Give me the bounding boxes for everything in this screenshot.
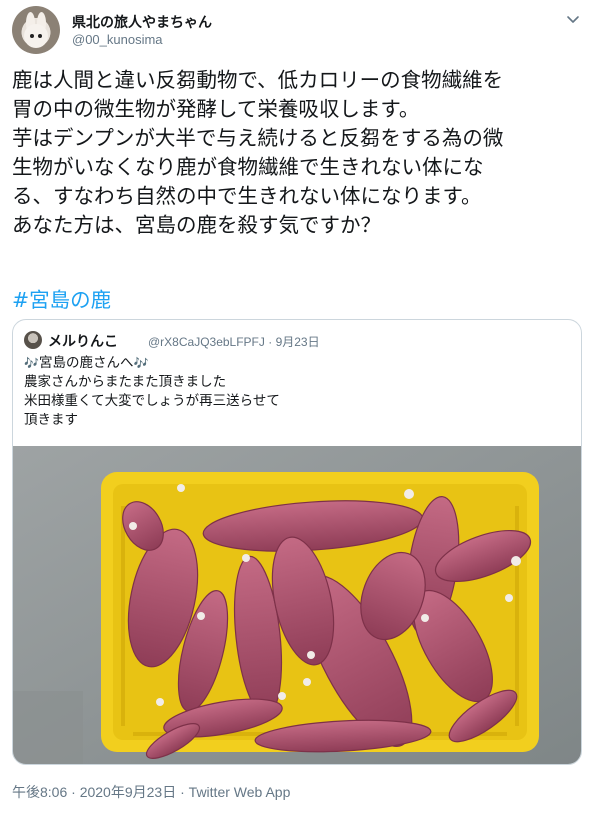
tweet-footer: 午後8:06 · 2020年9月23日 · Twitter Web App xyxy=(12,782,290,802)
music-notes-icon: 🎶 xyxy=(133,356,149,370)
chevron-down-icon[interactable] xyxy=(564,10,582,28)
quoted-author-name: メルりんこ xyxy=(48,334,118,350)
author-avatar[interactable] xyxy=(12,6,60,54)
footer-separator: · xyxy=(180,784,185,800)
quoted-tweet-meta: @rX8CaJQ3ebLFPFJ · 9月23日 xyxy=(148,333,320,350)
quoted-tweet-line: 🎶宮島の鹿さんへ🎶 xyxy=(24,354,280,373)
rabbit-eye-right xyxy=(38,34,42,38)
hashtag-link[interactable]: #宮島の鹿 xyxy=(12,283,111,313)
music-notes-icon: 🎶 xyxy=(24,356,39,370)
tweet-line: 生物がいなくなり鹿が食物繊維で生きれない体にな xyxy=(12,155,484,179)
footer-separator: · xyxy=(71,784,76,800)
quoted-author-avatar xyxy=(24,331,42,349)
tweet-body: 鹿は人間と違い反芻動物で、低カロリーの食物繊維を 胃の中の微生物が発酵して栄養吸… xyxy=(12,66,584,240)
tweet-date[interactable]: 2020年9月23日 xyxy=(80,784,177,800)
quoted-tweet-line: 頂きます xyxy=(24,412,78,428)
quoted-tweet-card[interactable]: メルりんこ @rX8CaJQ3ebLFPFJ · 9月23日 🎶宮島の鹿さんへ🎶… xyxy=(12,319,582,765)
quoted-author-handle: @rX8CaJQ3ebLFPFJ xyxy=(148,335,265,349)
tweet-line: る、すなわち自然の中で生きれない体になります。 xyxy=(12,184,482,208)
tweet-line: 胃の中の微生物が発酵して栄養吸収します。 xyxy=(12,97,420,121)
author-handle[interactable]: @00_kunosima xyxy=(72,32,163,47)
quoted-tweet-date: 9月23日 xyxy=(275,335,320,349)
quoted-tweet-line: 農家さんからまたまた頂きました xyxy=(24,374,227,390)
quoted-line-text: 宮島の鹿さんへ xyxy=(38,355,134,371)
tweet-header: 県北の旅人やまちゃん @00_kunosima xyxy=(12,6,584,56)
quoted-tweet-line: 米田様重くて大変でしょうが再三送らせて xyxy=(24,393,280,409)
meta-separator: · xyxy=(268,335,273,349)
tweet-line: 芋はデンプンが大半で与え続けると反芻をする為の微 xyxy=(12,126,504,150)
tweet-line: あなた方は、宮島の鹿を殺す気ですか？ xyxy=(12,213,381,237)
quoted-tweet-body: 🎶宮島の鹿さんへ🎶 農家さんからまたまた頂きました 米田様重くて大変でしょうが再… xyxy=(24,354,280,430)
tweet-time[interactable]: 午後8:06 xyxy=(12,784,67,800)
tweet-line: 鹿は人間と違い反芻動物で、低カロリーの食物繊維を xyxy=(12,68,504,92)
tweet-source[interactable]: Twitter Web App xyxy=(189,784,291,800)
rabbit-face xyxy=(24,24,48,48)
sweet-potatoes-photo[interactable] xyxy=(13,446,581,764)
author-display-name[interactable]: 県北の旅人やまちゃん xyxy=(72,12,212,32)
floor-shadow xyxy=(13,691,83,764)
rabbit-eye-left xyxy=(30,34,34,38)
